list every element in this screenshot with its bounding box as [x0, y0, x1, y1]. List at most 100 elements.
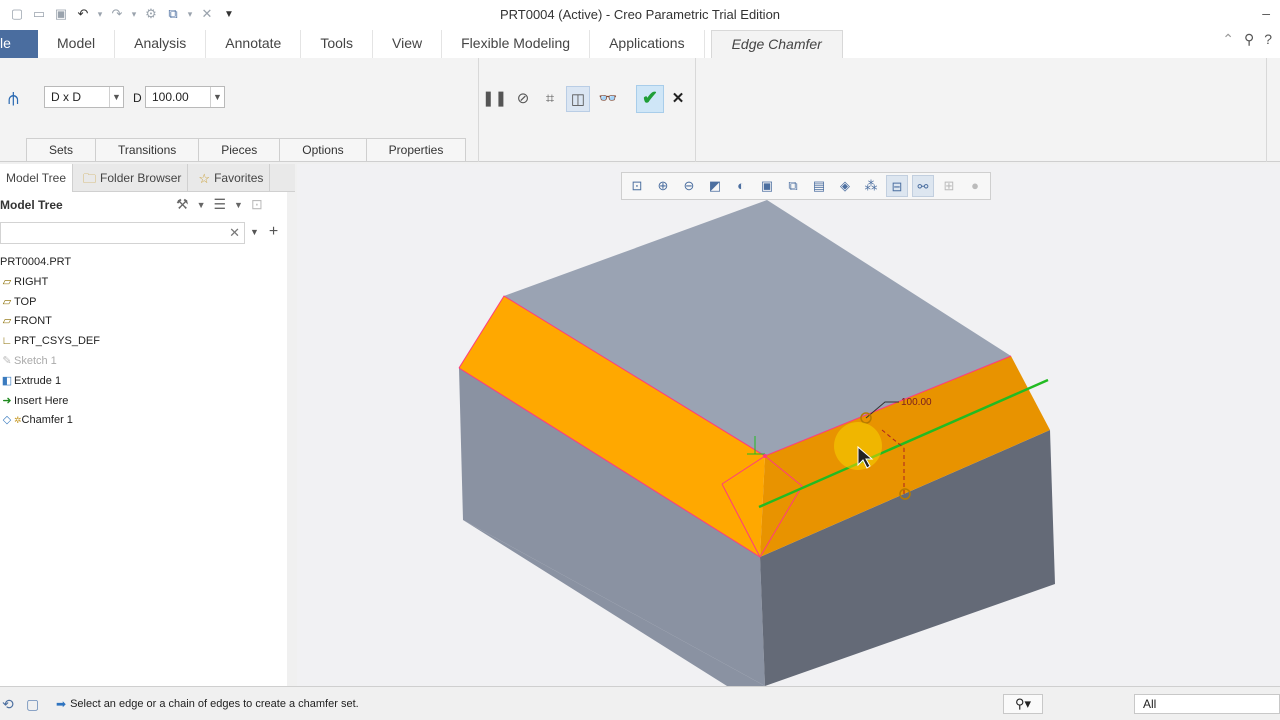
section-icon[interactable]: ◈ — [834, 175, 856, 197]
tab-tools[interactable]: Tools — [301, 30, 374, 58]
dimension-scheme-value: D x D — [51, 90, 81, 104]
navigator-panel: Model Tree 🗀 Folder Browser ☆ Favorites Mo… — [0, 164, 295, 686]
add-icon[interactable]: + — [269, 224, 278, 240]
appearance-icon[interactable]: ● — [964, 175, 986, 197]
datum-plane-icon: ▱ — [2, 275, 12, 288]
tree-item[interactable]: ➜ Insert Here — [0, 391, 285, 411]
spin-center-icon[interactable]: ⚯ — [912, 175, 934, 197]
tree-item[interactable]: ▱ RIGHT — [0, 272, 285, 292]
ribbon-panel: ⫛ D x D ▼ D 100.00 ▼ Sets Transitions Pi… — [0, 58, 1280, 162]
dimension-scheme-select[interactable]: D x D ▼ — [44, 86, 124, 108]
title-bar: ▢ ▭ ▣ ↶ ▾ ↷ ▾ ⚙ ⧉ ▾ ✕ ▼ PRT0004 (Active)… — [0, 0, 1280, 30]
check-icon: ✔ — [642, 88, 658, 109]
csys-display-icon[interactable]: ⊞ — [938, 175, 960, 197]
tree-item[interactable]: ∟ PRT_CSYS_DEF — [0, 331, 285, 351]
graphics-toolbar: ⊡ ⊕ ⊖ ◩ ◐ ▣ ⧉ ▤ ◈ ⁂ ⊟ ⚯ ⊞ ● — [621, 172, 991, 200]
recent-icon[interactable]: ⟲ — [2, 696, 14, 713]
tab-view[interactable]: View — [373, 30, 443, 58]
tab-flexible-modeling[interactable]: Flexible Modeling — [442, 30, 591, 58]
tab-analysis[interactable]: Analysis — [115, 30, 207, 58]
tab-label: Folder Browser — [100, 170, 182, 185]
star-icon: ☆ — [198, 170, 211, 186]
cancel-button[interactable]: ✕ — [668, 86, 688, 112]
tree-item-label: Sketch 1 — [14, 354, 57, 367]
tab-model[interactable]: Model — [38, 30, 116, 58]
dimension-label[interactable]: 100.00 — [901, 397, 932, 408]
verify-mode-icon[interactable]: 👓 — [596, 86, 620, 112]
tree-item[interactable]: PRT0004.PRT — [0, 252, 285, 272]
graphics-viewport[interactable]: 100.00 ⊡ ⊕ ⊖ ◩ ◐ ▣ ⧉ ▤ ◈ ⁂ ⊟ ⚯ ⊞ ● — [297, 164, 1280, 686]
settings-icon[interactable]: ⚒ — [176, 196, 189, 214]
tree-search-input[interactable]: ✕ — [0, 222, 245, 244]
tab-file[interactable]: le — [0, 30, 38, 58]
zoom-out-icon[interactable]: ⊖ — [678, 175, 700, 197]
graphics-window-icon[interactable]: ▢ — [26, 696, 39, 713]
d-value-input[interactable]: 100.00 ▼ — [145, 86, 225, 108]
selection-filter-value: All — [1143, 697, 1157, 711]
chevron-down-icon[interactable]: ▼ — [234, 196, 243, 214]
ribbon-separator — [695, 58, 696, 162]
edge-chamfer-mode-icon[interactable]: ⫛ — [8, 88, 19, 109]
tab-edge-chamfer[interactable]: Edge Chamfer — [710, 30, 843, 58]
minimize-icon[interactable]: – — [1262, 5, 1270, 21]
repaint-icon[interactable]: ◩ — [704, 175, 726, 197]
chevron-down-icon[interactable]: ▼ — [197, 196, 206, 214]
tree-item[interactable]: ▱ TOP — [0, 292, 285, 312]
ribbon-separator — [1266, 58, 1267, 162]
feature-subtabs: Sets Transitions Pieces Options Properti… — [26, 138, 467, 162]
subtab-pieces[interactable]: Pieces — [199, 138, 281, 162]
search-icon[interactable]: ⚲ — [1244, 31, 1254, 48]
status-message-text: Select an edge or a chain of edges to cr… — [70, 698, 359, 710]
chamfer-icon: ◇ — [2, 414, 12, 427]
pause-icon[interactable]: ❚❚ — [482, 86, 507, 112]
find-icon[interactable]: ⚲▾ — [1003, 694, 1043, 714]
subtab-options[interactable]: Options — [280, 138, 367, 162]
tab-applications[interactable]: Applications — [590, 30, 705, 58]
tree-item[interactable]: ◧ Extrude 1 — [0, 371, 285, 391]
clear-icon[interactable]: ✕ — [229, 225, 240, 241]
subtab-sets[interactable]: Sets — [26, 138, 97, 162]
show-icon[interactable]: ☰ — [213, 196, 226, 214]
no-preview-icon[interactable]: ⊘ — [511, 86, 535, 112]
status-bar: ⟲ ▢ ➡ Select an edge or a chain of edges… — [0, 686, 1280, 720]
help-icon[interactable]: ? — [1264, 31, 1272, 48]
zoom-in-icon[interactable]: ⊕ — [652, 175, 674, 197]
tab-label: Model Tree — [6, 170, 67, 185]
navigator-tabs: Model Tree 🗀 Folder Browser ☆ Favorites — [0, 164, 295, 192]
model-tree-heading: Model Tree — [0, 198, 63, 212]
saved-orientations-icon[interactable]: ⧉ — [782, 175, 804, 197]
tab-favorites[interactable]: ☆ Favorites — [188, 164, 271, 192]
status-message: ➡ Select an edge or a chain of edges to … — [56, 697, 359, 711]
model-canvas[interactable]: 100.00 — [297, 164, 1280, 686]
annotation-display-icon[interactable]: ⊟ — [886, 175, 908, 197]
tree-item[interactable]: ✎ Sketch 1 — [0, 351, 285, 371]
tab-annotate[interactable]: Annotate — [206, 30, 302, 58]
tree-item[interactable]: ◇ ✲Chamfer 1 — [0, 410, 285, 430]
insert-arrow-icon: ➜ — [2, 394, 12, 407]
subtab-properties[interactable]: Properties — [366, 138, 467, 162]
tree-item[interactable]: ▱ FRONT — [0, 311, 285, 331]
chevron-down-icon: ▼ — [109, 87, 123, 107]
tree-item-label: FRONT — [14, 315, 52, 328]
filter-tree-icon[interactable]: ⊡ — [251, 196, 263, 214]
panel-scrollbar[interactable] — [287, 192, 295, 686]
datum-display-icon[interactable]: ⁂ — [860, 175, 882, 197]
subtab-transitions[interactable]: Transitions — [96, 138, 200, 162]
attached-preview-icon[interactable]: ⌗ — [538, 86, 562, 112]
tree-item-label: TOP — [14, 295, 37, 308]
d-value: 100.00 — [152, 90, 189, 104]
refit-icon[interactable]: ⊡ — [626, 175, 648, 197]
chevron-down-icon[interactable]: ▼ — [250, 224, 259, 240]
tree-item-label: Extrude 1 — [14, 374, 62, 387]
window-title: PRT0004 (Active) - Creo Parametric Trial… — [499, 7, 781, 22]
display-style-icon[interactable]: ▣ — [756, 175, 778, 197]
folder-icon: 🗀 — [83, 170, 97, 186]
selection-filter-select[interactable]: All — [1134, 694, 1280, 714]
collapse-ribbon-icon[interactable]: ⌃ — [1222, 31, 1234, 48]
geometry-preview-icon[interactable]: ◫ — [566, 86, 590, 112]
tab-model-tree[interactable]: Model Tree — [0, 164, 74, 192]
view-manager-icon[interactable]: ▤ — [808, 175, 830, 197]
perspective-icon[interactable]: ◐ — [730, 175, 752, 197]
ok-check-button[interactable]: ✔ — [636, 85, 664, 113]
tab-folder-browser[interactable]: 🗀 Folder Browser — [73, 164, 189, 192]
